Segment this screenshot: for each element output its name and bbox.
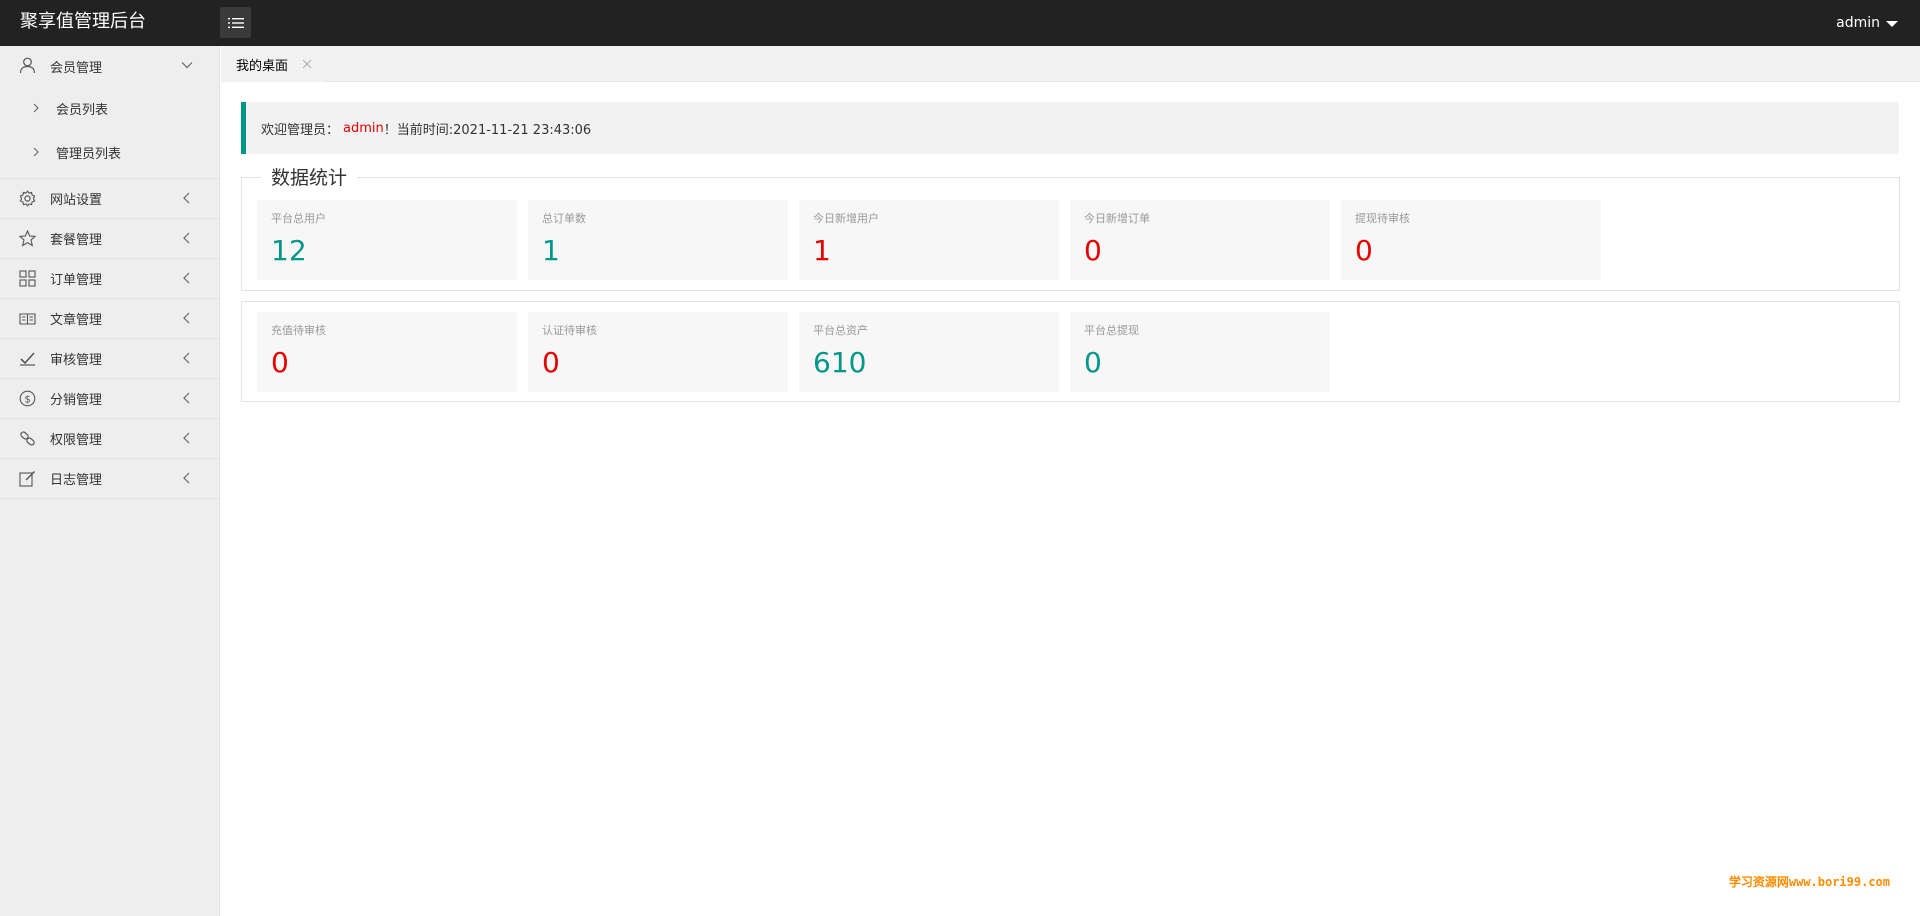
chevron-left-icon [183, 432, 190, 444]
edit-icon [19, 471, 35, 487]
stat-card-recharge-pending[interactable]: 充值待审核 0 [257, 312, 517, 392]
stat-label: 今日新增用户 [813, 212, 879, 225]
stat-label: 平台总用户 [271, 212, 326, 225]
stat-label: 提现待审核 [1355, 212, 1410, 225]
grid-icon [19, 270, 36, 287]
stat-card-total-assets[interactable]: 平台总资产 610 [799, 312, 1059, 392]
svg-text:$: $ [24, 395, 30, 406]
chevron-left-icon [183, 352, 190, 364]
welcome-banner: 欢迎管理员： admin ！当前时间:2021-11-21 23:43:06 [241, 102, 1899, 154]
chevron-down-icon [181, 62, 193, 69]
stat-label: 认证待审核 [542, 324, 597, 337]
chevron-left-icon [183, 392, 190, 404]
user-icon [19, 57, 36, 74]
stat-card-withdraw-pending[interactable]: 提现待审核 0 [1341, 200, 1601, 280]
chevron-right-icon [33, 103, 39, 113]
tab-my-desktop[interactable]: 我的桌面 [221, 46, 327, 82]
stat-card-verify-pending[interactable]: 认证待审核 0 [528, 312, 788, 392]
stat-value: 12 [271, 234, 307, 267]
stat-value: 610 [813, 346, 867, 379]
list-icon [227, 17, 244, 28]
stat-card-total-withdrawn[interactable]: 平台总提现 0 [1070, 312, 1330, 392]
welcome-time: ！当前时间:2021-11-21 23:43:06 [383, 122, 592, 138]
sidebar-item-members[interactable]: 会员管理 [0, 46, 219, 86]
sidebar-item-packages[interactable]: 套餐管理 [0, 219, 219, 259]
sidebar-submenu-members: 会员列表 管理员列表 [0, 86, 219, 179]
sidebar-subitem-label: 管理员列表 [56, 146, 122, 162]
approve-icon [20, 352, 35, 366]
stat-value: 0 [542, 346, 560, 379]
stat-value: 1 [542, 234, 560, 267]
sidebar-item-distribution[interactable]: $ 分销管理 [0, 379, 219, 419]
sidebar-subitem-label: 会员列表 [56, 102, 109, 118]
close-icon[interactable] [302, 59, 312, 69]
stat-label: 平台总提现 [1084, 324, 1139, 337]
welcome-prefix: 欢迎管理员： [261, 122, 340, 138]
sidebar-item-label: 分销管理 [50, 393, 103, 408]
chevron-left-icon [183, 472, 190, 484]
stat-label: 今日新增订单 [1084, 212, 1150, 225]
stat-card-new-users-today[interactable]: 今日新增用户 1 [799, 200, 1059, 280]
chevron-left-icon [183, 312, 190, 324]
stat-card-total-users[interactable]: 平台总用户 12 [257, 200, 517, 280]
star-icon [19, 230, 36, 247]
stats-fieldset-2: 充值待审核 0 认证待审核 0 平台总资产 610 平台总提现 0 [241, 301, 1900, 402]
sidebar-item-logs[interactable]: 日志管理 [0, 459, 219, 499]
stat-value: 0 [1084, 234, 1102, 267]
sidebar-subitem-admin-list[interactable]: 管理员列表 [0, 130, 219, 174]
sidebar-item-label: 日志管理 [50, 473, 103, 488]
chevron-left-icon [183, 272, 190, 284]
top-header: 聚享值管理后台 admin [0, 0, 1920, 46]
app-title: 聚享值管理后台 [20, 11, 146, 32]
stats-title: 数据统计 [261, 166, 358, 190]
stat-value: 0 [1084, 346, 1102, 379]
caret-down-icon [1886, 21, 1898, 27]
stat-card-new-orders-today[interactable]: 今日新增订单 0 [1070, 200, 1330, 280]
sidebar-item-label: 订单管理 [50, 273, 103, 288]
stat-value: 1 [813, 234, 831, 267]
stat-label: 平台总资产 [813, 324, 868, 337]
user-menu[interactable]: admin [1836, 0, 1898, 46]
book-icon [19, 313, 36, 325]
chevron-left-icon [183, 232, 190, 244]
sidebar-item-permissions[interactable]: 权限管理 [0, 419, 219, 459]
dollar-icon: $ [19, 390, 36, 407]
stats-fieldset: 数据统计 平台总用户 12 总订单数 1 今日新增用户 1 今日新增订单 0 提… [241, 166, 1900, 291]
stat-card-total-orders[interactable]: 总订单数 1 [528, 200, 788, 280]
gear-icon [19, 190, 36, 207]
sidebar-item-label: 权限管理 [50, 433, 103, 448]
chevron-left-icon [183, 192, 190, 204]
link-icon [20, 431, 35, 446]
tab-label: 我的桌面 [236, 58, 289, 74]
sidebar-item-label: 网站设置 [50, 193, 103, 208]
stat-label: 总订单数 [542, 212, 586, 225]
sidebar-item-label: 审核管理 [50, 353, 103, 368]
welcome-admin-name: admin [343, 120, 384, 136]
sidebar-item-label: 会员管理 [50, 60, 103, 76]
sidebar-item-articles[interactable]: 文章管理 [0, 299, 219, 339]
sidebar-item-label: 文章管理 [50, 313, 103, 328]
stat-value: 0 [1355, 234, 1373, 267]
sidebar-subitem-member-list[interactable]: 会员列表 [0, 86, 219, 130]
user-name: admin [1836, 15, 1880, 31]
watermark-text: 学习资源网www.bori99.com [1728, 875, 1890, 889]
sidebar: 会员管理 会员列表 管理员列表 网站设置 套餐管理 订单管理 文章管理 审核管理… [0, 46, 220, 916]
stat-label: 充值待审核 [271, 324, 326, 337]
chevron-right-icon [33, 147, 39, 157]
tab-bar: 我的桌面 [221, 46, 1920, 82]
sidebar-item-orders[interactable]: 订单管理 [0, 259, 219, 299]
sidebar-item-site-settings[interactable]: 网站设置 [0, 179, 219, 219]
menu-toggle-button[interactable] [220, 7, 251, 38]
sidebar-item-label: 套餐管理 [50, 233, 103, 248]
stat-value: 0 [271, 346, 289, 379]
sidebar-item-review[interactable]: 审核管理 [0, 339, 219, 379]
